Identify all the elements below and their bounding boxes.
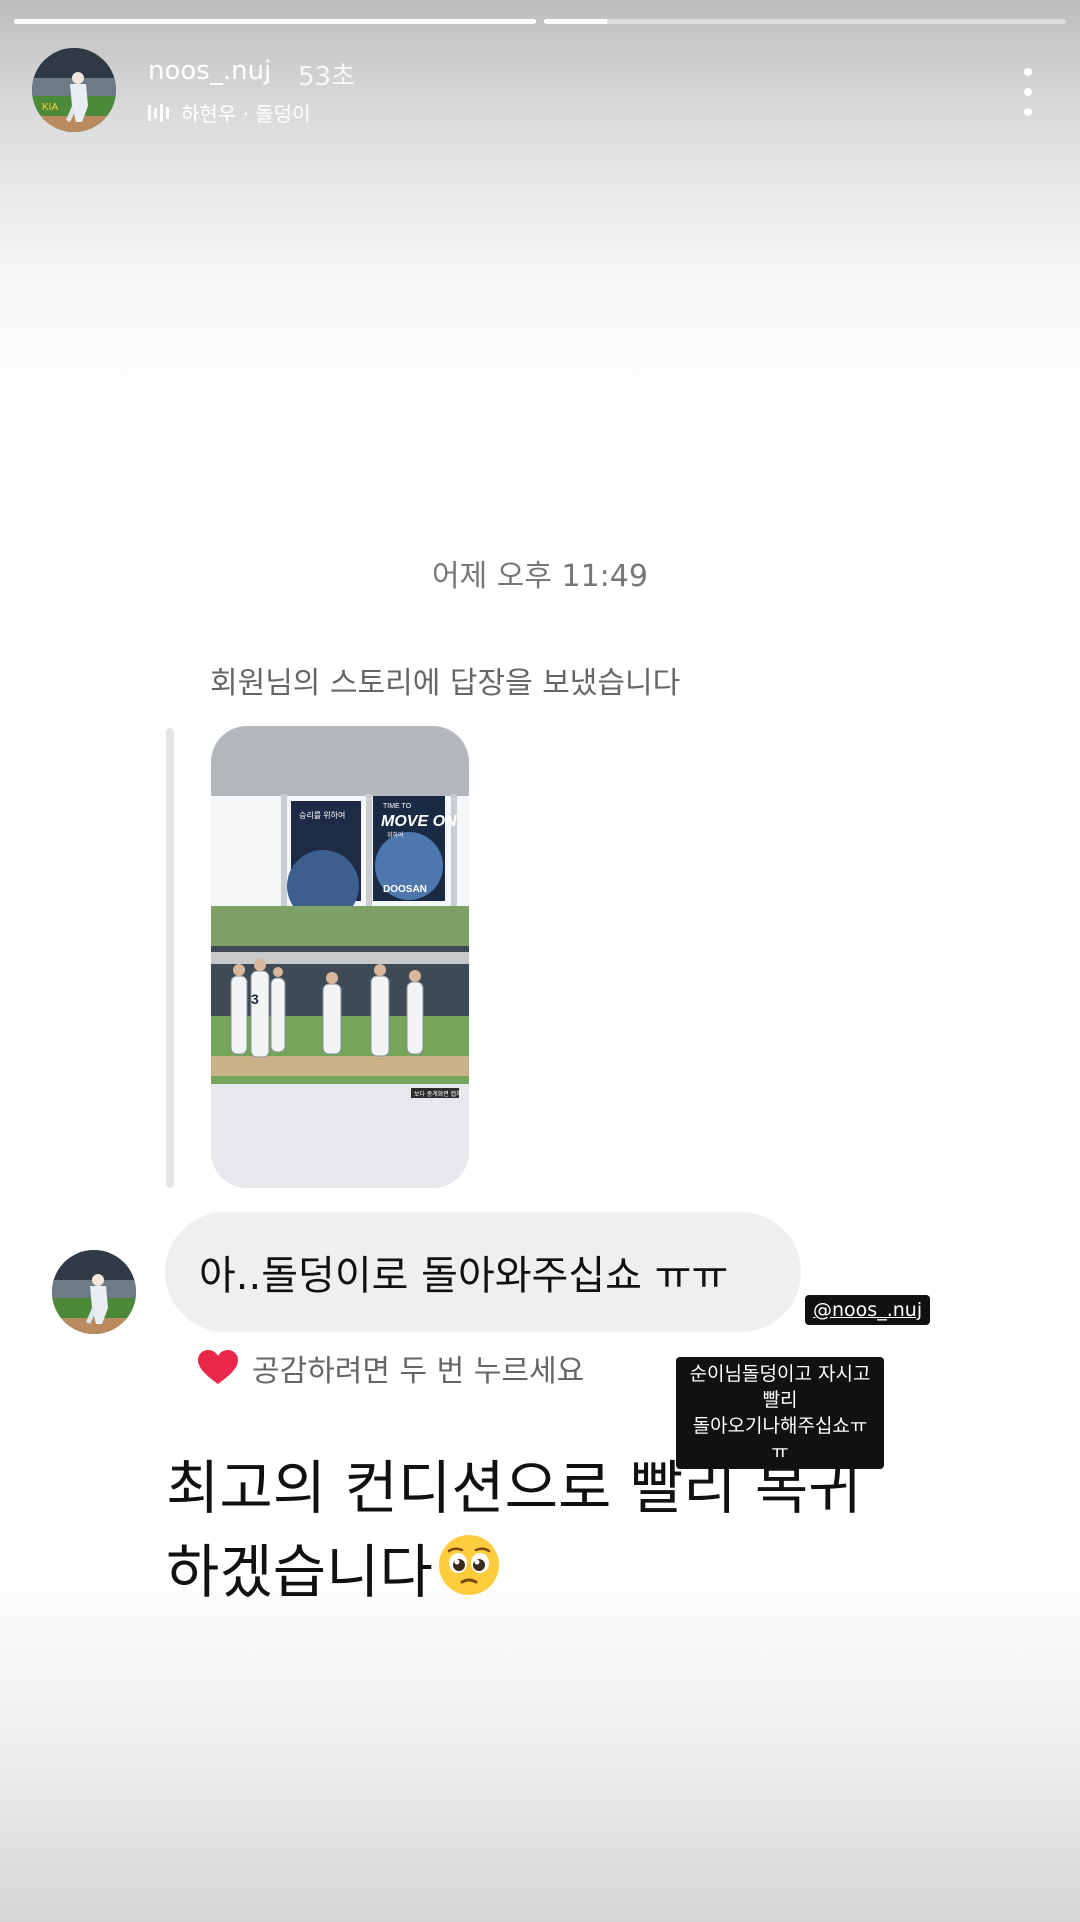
message-sender-avatar[interactable] bbox=[52, 1250, 136, 1334]
music-label: 하현우 · 돌덩이 bbox=[181, 102, 311, 126]
svg-text:KIA: KIA bbox=[42, 102, 58, 113]
pleading-face-icon bbox=[437, 1533, 501, 1619]
caption-line-2-row: 하겠습니다 bbox=[166, 1530, 966, 1619]
like-hint-text: 공감하려면 두 번 누르세요 bbox=[252, 1354, 585, 1389]
caption-line-2: 하겠습니다 bbox=[166, 1538, 433, 1606]
like-hint: 공감하려면 두 번 누르세요 bbox=[198, 1346, 584, 1390]
message-bubble[interactable]: 아..돌덩이로 돌아와주십쇼 ㅠㅠ bbox=[165, 1212, 801, 1332]
progress-segment-1 bbox=[14, 19, 536, 24]
scoreboard-left-text: 승리를 위하여 bbox=[299, 810, 345, 820]
reply-note: 회원님의 스토리에 답장을 보냈습니다 bbox=[210, 666, 681, 701]
post-time: 53초 bbox=[298, 62, 356, 92]
progress-segment-2 bbox=[544, 19, 1066, 24]
svg-text:3: 3 bbox=[251, 991, 259, 1007]
thumb-watermark: 보다 중계화면 캡처 bbox=[414, 1090, 462, 1098]
caption-line-1: 최고의 컨디션으로 빨리 복귀 bbox=[166, 1454, 862, 1522]
music-info[interactable]: 하현우 · 돌덩이 bbox=[148, 98, 310, 127]
username[interactable]: noos_.nuj bbox=[148, 56, 271, 86]
message-text: 아..돌덩이로 돌아와주십쇼 ㅠㅠ bbox=[199, 1253, 729, 1299]
scoreboard-right-sub: 위하여 bbox=[387, 831, 404, 839]
story-progress bbox=[14, 19, 1066, 24]
avatar[interactable]: KIA bbox=[32, 48, 116, 132]
music-bars-icon bbox=[148, 103, 169, 122]
mention-sticker[interactable]: @noos_.nuj bbox=[805, 1295, 931, 1325]
replied-story-thumbnail[interactable]: 승리를 위하여 TIME TO MOVE ON 위하여 DOOSAN 3 보다 … bbox=[211, 726, 469, 1188]
scoreboard-right-top: TIME TO bbox=[383, 803, 412, 810]
dm-timestamp: 어제 오후 11:49 bbox=[432, 559, 648, 594]
heart-icon[interactable] bbox=[198, 1350, 238, 1386]
scoreboard-right-main: MOVE ON bbox=[381, 813, 457, 830]
quote-line bbox=[166, 728, 174, 1188]
story-header: KIA noos_.nuj 53초 하현우 · 돌덩이 bbox=[32, 48, 1048, 136]
sponsor-text: DOOSAN bbox=[383, 884, 427, 895]
text-sticker-line-1: 순이님돌덩이고 자시고빨리 bbox=[689, 1363, 871, 1411]
story-caption: 최고의 컨디션으로 빨리 복귀 하겠습니다 bbox=[166, 1446, 966, 1619]
more-options-icon[interactable] bbox=[1008, 64, 1048, 120]
